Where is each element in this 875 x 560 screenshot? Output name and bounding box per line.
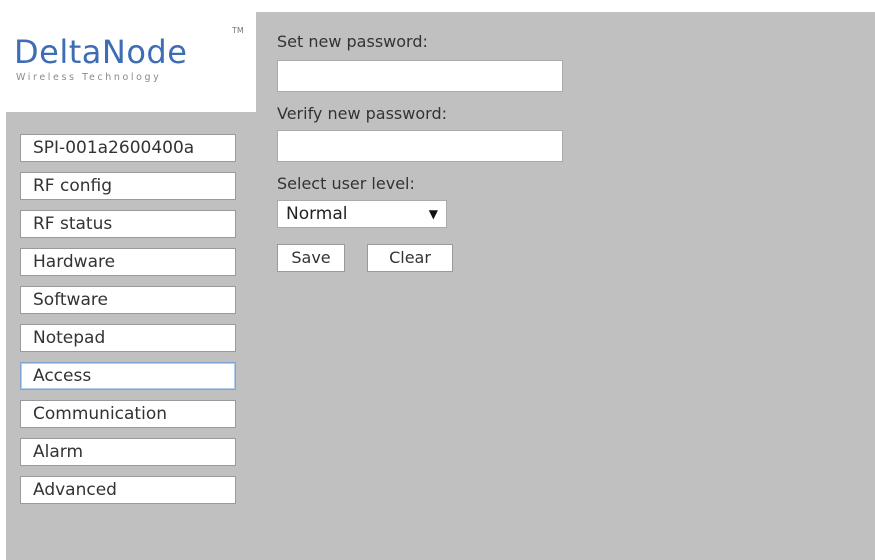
sidebar-item-rf-config[interactable]: RF config: [20, 172, 236, 200]
sidebar-item-alarm[interactable]: Alarm: [20, 438, 236, 466]
verify-password-label: Verify new password:: [277, 104, 447, 123]
dropdown-arrow-icon: ▼: [428, 207, 438, 221]
sidebar-item-rf-status[interactable]: RF status: [20, 210, 236, 238]
new-password-input[interactable]: [277, 60, 563, 92]
sidebar-item-hardware[interactable]: Hardware: [20, 248, 236, 276]
verify-password-input[interactable]: [277, 130, 563, 162]
user-level-label: Select user level:: [277, 174, 415, 193]
logo-trademark: TM: [232, 26, 244, 35]
sidebar-item-notepad[interactable]: Notepad: [20, 324, 236, 352]
logo-wordmark: DeltaNode: [14, 33, 188, 71]
clear-button[interactable]: Clear: [367, 244, 453, 272]
sidebar-item-advanced[interactable]: Advanced: [20, 476, 236, 504]
new-password-label: Set new password:: [277, 32, 428, 51]
sidebar-item-software[interactable]: Software: [20, 286, 236, 314]
user-level-select[interactable]: Normal ▼: [277, 200, 447, 228]
brand-logo: DeltaNode TM Wireless Technology: [6, 12, 256, 112]
app-frame: DeltaNode TM Wireless Technology SPI-001…: [6, 12, 875, 560]
sidebar-item-communication[interactable]: Communication: [20, 400, 236, 428]
save-button[interactable]: Save: [277, 244, 345, 272]
logo-tagline: Wireless Technology: [16, 72, 162, 83]
user-level-value: Normal: [286, 204, 348, 224]
sidebar-item-access[interactable]: Access: [20, 362, 236, 390]
sidebar-item-device-id[interactable]: SPI-001a2600400a: [20, 134, 236, 162]
